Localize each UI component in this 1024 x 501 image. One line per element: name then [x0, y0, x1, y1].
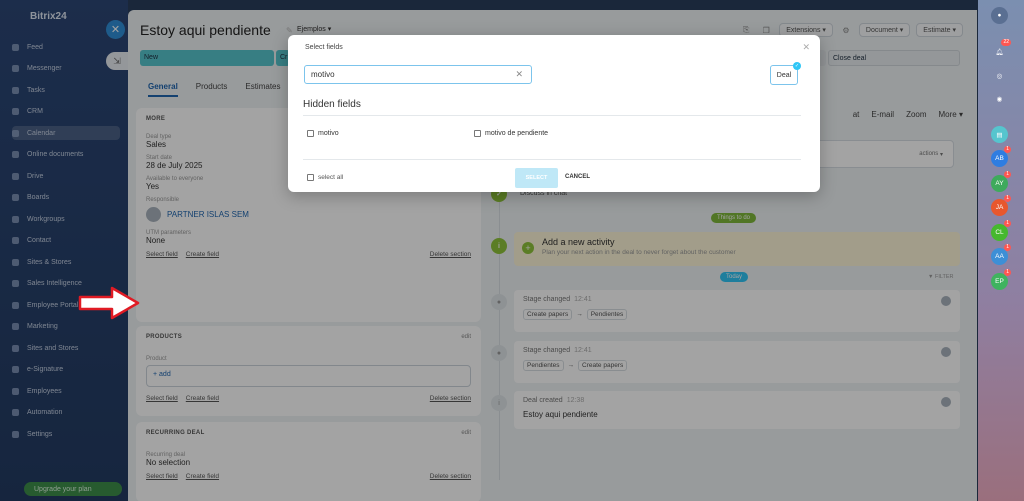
- contact-avatar[interactable]: CL 1: [991, 219, 1011, 241]
- checkbox[interactable]: [474, 130, 481, 137]
- contact-avatar[interactable]: AY 1: [991, 170, 1011, 192]
- profile-avatar[interactable]: ●: [991, 7, 1008, 24]
- select-fields-dialog: Select fields ✕ motivo ✕ Deal ✓ Hidden f…: [288, 35, 820, 192]
- divider: [303, 115, 801, 116]
- notification-count: 22: [1001, 39, 1011, 46]
- option-label: motivo de pendiente: [485, 130, 549, 137]
- red-arrow-annotation: [78, 286, 140, 320]
- check-icon: ✓: [793, 62, 801, 70]
- checkbox[interactable]: [307, 130, 314, 137]
- unread-badge: 1: [1004, 219, 1011, 227]
- field-search-input[interactable]: motivo ✕: [304, 65, 532, 84]
- contact-avatar[interactable]: AA 1: [991, 244, 1011, 265]
- search-button[interactable]: ◎: [991, 67, 1008, 84]
- user-icon: ●: [997, 12, 1002, 19]
- select-all-label: select all: [318, 174, 344, 181]
- contact-initials: AA: [995, 253, 1004, 260]
- chat-icon: ▤: [996, 131, 1003, 139]
- unread-badge: 1: [1004, 268, 1011, 276]
- select-all-option[interactable]: select all: [307, 174, 343, 181]
- chat-button[interactable]: ◉: [991, 90, 1008, 107]
- select-button[interactable]: SELECT: [515, 168, 558, 188]
- entity-label: Deal: [776, 71, 792, 79]
- contact-initials: EP: [995, 277, 1004, 285]
- contact-initials: AB: [995, 155, 1004, 162]
- contact-avatar[interactable]: EP 1: [991, 268, 1011, 290]
- contact-initials: JA: [995, 204, 1004, 211]
- dialog-title: Select fields: [305, 44, 343, 51]
- cancel-button[interactable]: CANCEL: [565, 174, 590, 180]
- divider: [303, 159, 801, 160]
- right-rail: ● 🔔︎ 22 ◎ ◉ ▤ AB 1 AY 1 JA 1 CL 1 AA 1 EP 1: [978, 0, 1024, 501]
- option-motivo[interactable]: motivo: [307, 130, 339, 137]
- close-dialog-button[interactable]: ✕: [802, 42, 810, 53]
- contact-initials: CL: [995, 228, 1004, 236]
- open-channels-button[interactable]: ▤: [991, 126, 1008, 143]
- clear-search-icon[interactable]: ✕: [515, 69, 523, 80]
- unread-badge: 1: [1004, 170, 1011, 178]
- entity-deal-toggle[interactable]: Deal ✓: [770, 62, 801, 85]
- contact-avatar[interactable]: AB 1: [991, 146, 1011, 167]
- notifications-button[interactable]: 🔔︎ 22: [991, 39, 1011, 60]
- hidden-fields-heading: Hidden fields: [303, 99, 361, 110]
- close-icon: ✕: [802, 42, 810, 52]
- unread-badge: 1: [1004, 195, 1011, 202]
- contact-initials: AY: [995, 179, 1004, 187]
- unread-badge: 1: [1004, 244, 1011, 251]
- option-motivo-de-pendiente[interactable]: motivo de pendiente: [474, 130, 548, 137]
- checkbox[interactable]: [307, 174, 314, 181]
- search-icon: ◎: [996, 72, 1003, 80]
- bell-icon: 🔔︎: [995, 48, 1004, 56]
- contact-avatar[interactable]: JA 1: [991, 195, 1011, 216]
- search-value: motivo: [311, 70, 335, 79]
- option-label: motivo: [318, 130, 339, 137]
- chat-bubble-icon: ◉: [996, 95, 1003, 103]
- unread-badge: 1: [1004, 146, 1011, 153]
